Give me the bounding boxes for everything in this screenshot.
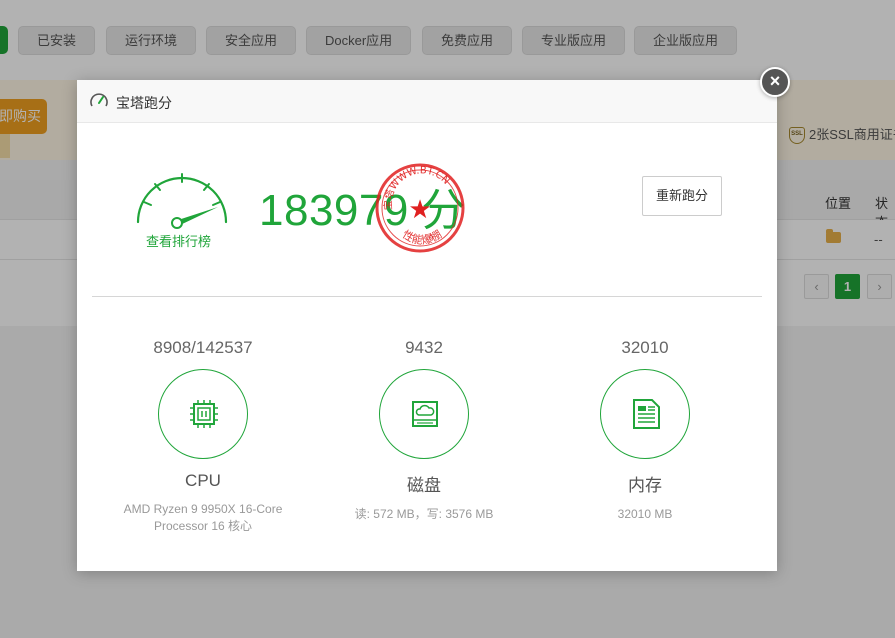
performance-stamp: 宝塔WWW.BT.CN 性能爆棚 ★ bbox=[375, 163, 465, 253]
score-gauge[interactable] bbox=[132, 164, 232, 234]
memory-score: 32010 bbox=[621, 338, 669, 357]
gauge-icon bbox=[136, 173, 228, 229]
metric-memory: 32010 内存 32010 MB bbox=[535, 338, 755, 523]
rerun-benchmark-button[interactable]: 重新跑分 bbox=[642, 176, 722, 216]
disk-circle bbox=[379, 369, 469, 459]
cpu-detail: AMD Ryzen 9 9950X 16-Core Processor 16 核… bbox=[123, 502, 283, 533]
memory-label: 内存 bbox=[628, 476, 662, 495]
disk-label: 磁盘 bbox=[407, 476, 441, 495]
metric-cpu: 8908/142537 CPU AMD Ryzen 9 9950X 16-Cor… bbox=[93, 338, 313, 535]
memory-icon bbox=[633, 399, 660, 429]
memory-circle bbox=[600, 369, 690, 459]
benchmark-dialog: 宝塔跑分 查看排行榜 183979 分 宝塔WWW.BT.CN 性能爆棚 ★ 重… bbox=[77, 80, 777, 571]
cpu-score: 8908/142537 bbox=[153, 338, 253, 357]
cpu-label: CPU bbox=[185, 471, 221, 490]
chip-icon bbox=[190, 400, 218, 428]
cpu-circle bbox=[158, 369, 248, 459]
disk-icon bbox=[412, 401, 438, 427]
metric-disk: 9432 磁盘 读: 572 MB，写: 3576 MB bbox=[314, 338, 534, 523]
disk-detail: 读: 572 MB，写: 3576 MB bbox=[354, 507, 494, 521]
close-dialog-button[interactable]: × bbox=[760, 67, 790, 97]
leaderboard-link[interactable]: 查看排行榜 bbox=[146, 231, 211, 250]
dialog-title: 宝塔跑分 bbox=[116, 95, 172, 111]
stamp-star-icon: ★ bbox=[408, 195, 431, 225]
memory-detail: 32010 MB bbox=[617, 507, 673, 521]
disk-score: 9432 bbox=[405, 338, 443, 357]
section-divider bbox=[92, 296, 762, 297]
dialog-header: 宝塔跑分 bbox=[77, 80, 777, 123]
speedometer-icon bbox=[90, 93, 108, 107]
